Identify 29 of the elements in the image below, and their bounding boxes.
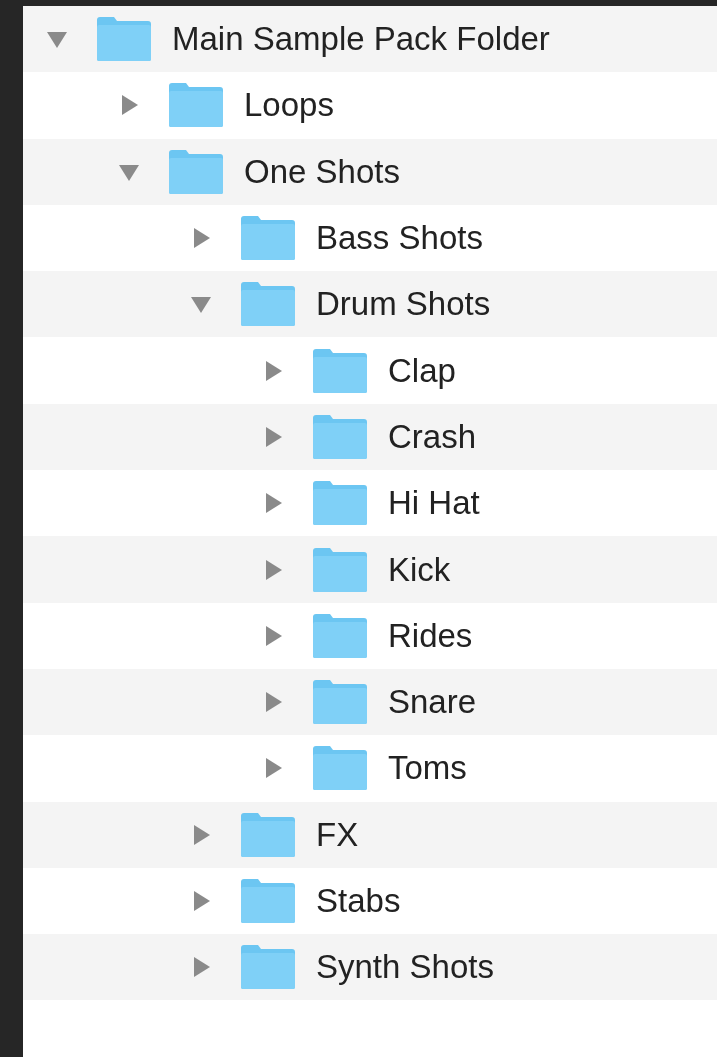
folder-icon [168,148,224,195]
folder-icon [312,546,368,593]
folder-name[interactable]: Clap [388,351,456,390]
folder-icon [96,16,152,63]
folder-name[interactable]: Drum Shots [316,285,491,324]
folder-icon [240,944,296,991]
folder-name[interactable]: One Shots [244,152,400,191]
folder-icon [312,347,368,394]
folder-name[interactable]: Toms [388,749,467,788]
folder-name[interactable]: Crash [388,417,477,456]
folder-icon [312,413,368,460]
folder-icon [240,281,296,328]
folder-icon [240,878,296,924]
folder-icon [312,480,368,527]
folder-name[interactable]: Hi Hat [388,484,480,523]
folder-name[interactable]: Rides [388,616,473,655]
folder-icon [312,612,368,659]
folder-icon [312,679,368,726]
folder-icon [168,82,224,129]
folder-name[interactable]: Loops [244,86,334,125]
folder-name[interactable]: Stabs [316,882,401,920]
folder-icon [240,215,296,262]
folder-icon [240,811,296,858]
folder-name[interactable]: Synth Shots [316,948,494,987]
folder-name[interactable]: Snare [388,683,477,722]
folder-name[interactable]: FX [316,815,359,854]
folder-icon [312,745,368,792]
folder-name[interactable]: Kick [388,550,451,589]
folder-name[interactable]: Bass Shots [316,219,483,258]
